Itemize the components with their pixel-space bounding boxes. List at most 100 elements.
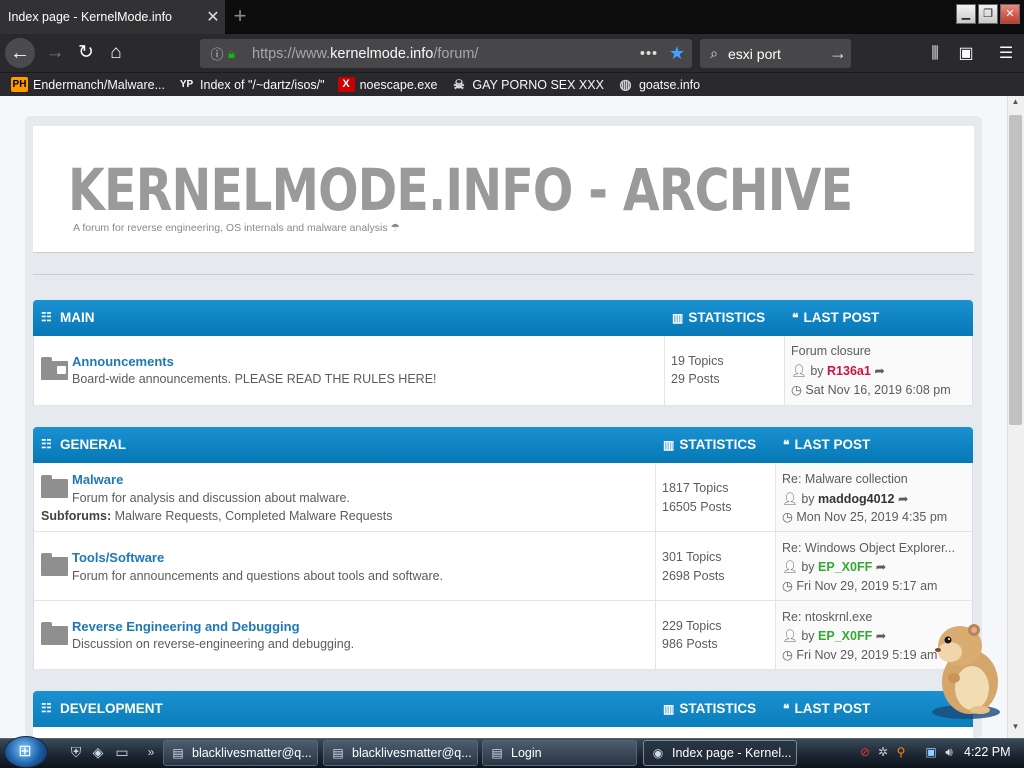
info-icon[interactable]: ⓘ	[206, 44, 228, 63]
comments-icon: ❝	[783, 437, 790, 452]
reload-button[interactable]: ↻	[71, 38, 101, 68]
last-post-date: Mon Nov 25, 2019 4:35 pm	[796, 510, 948, 524]
yp-favicon-icon: YP	[179, 79, 194, 90]
last-post-user[interactable]: EP_X0FF	[818, 629, 872, 643]
bar-chart-icon: ▥	[663, 437, 675, 452]
quicklaunch-shield-icon[interactable]: ⛨	[66, 742, 86, 762]
maximize-button[interactable]: ❐	[978, 4, 998, 24]
list-icon: ☷	[41, 701, 52, 715]
scroll-down-icon[interactable]: ▼	[1008, 722, 1023, 736]
search-input[interactable]: esxi port	[728, 46, 825, 62]
url-text[interactable]: https://www.kernelmode.info/forum/	[252, 46, 636, 62]
subforums-label: Subforums:	[41, 509, 112, 523]
tray-search-icon[interactable]: ⚲	[893, 744, 909, 760]
tab-close-icon[interactable]: ✕	[201, 7, 225, 27]
bookmark-star-icon[interactable]: ★	[662, 43, 692, 64]
tab-title: Index page - KernelMode.info	[8, 10, 172, 24]
tray-block-icon[interactable]: ⊘	[857, 744, 873, 760]
taskbar-clock[interactable]: 4:22 PM	[964, 745, 1011, 759]
last-post-user[interactable]: maddog4012	[818, 492, 894, 506]
goto-post-icon[interactable]: ➦	[874, 364, 884, 378]
forum-row-reverse-engineering: Reverse Engineering and Debugging Discus…	[33, 601, 973, 670]
last-by: by	[801, 629, 815, 643]
posts-count: 986 Posts	[662, 637, 718, 651]
last-post: Re: Malware collection 👤︎ by maddog4012 …	[775, 463, 972, 531]
bookmark-label: GAY PORNO SEX XXX	[472, 77, 604, 92]
bookmark-label: Endermanch/Malware...	[33, 77, 166, 92]
quicklaunch-desktop-icon[interactable]: ▭	[112, 742, 132, 762]
forum-title-link[interactable]: Announcements	[72, 354, 174, 369]
folder-icon	[41, 474, 69, 498]
forum-title-link[interactable]: Reverse Engineering and Debugging	[72, 619, 300, 634]
site-logo[interactable]: KERNELMODE.INFO - ARCHIVE	[68, 154, 853, 226]
window-app-icon: ▤	[332, 746, 344, 760]
quicklaunch-overflow[interactable]: »	[141, 742, 161, 762]
folder-icon	[41, 552, 69, 576]
arrow-right-icon: →	[45, 42, 65, 63]
search-bar[interactable]: ⌕ esxi port →	[700, 39, 851, 68]
topics-count: 19 Topics	[671, 354, 724, 368]
forum-title-link[interactable]: Tools/Software	[72, 550, 164, 565]
subforums-links[interactable]: Malware Requests, Completed Malware Requ…	[115, 509, 393, 523]
goto-post-icon[interactable]: ➦	[876, 560, 886, 574]
goto-post-icon[interactable]: ➦	[898, 492, 908, 506]
taskbar-button[interactable]: ▤ blacklivesmatter@q...	[163, 740, 318, 766]
globe-icon: ◍	[619, 76, 632, 92]
user-icon: 👤︎	[782, 492, 802, 506]
tray-monitor-icon[interactable]: ▣	[923, 744, 939, 760]
lock-icon[interactable]: 🔒︎	[228, 46, 246, 62]
new-tab-button[interactable]: +	[226, 4, 254, 30]
category-title[interactable]: MAIN	[60, 310, 95, 325]
goto-post-icon[interactable]: ➦	[876, 629, 886, 643]
scroll-thumb[interactable]	[1009, 115, 1022, 425]
category-title[interactable]: DEVELOPMENT	[60, 701, 163, 716]
divider	[33, 274, 974, 275]
last-post-title[interactable]: Forum closure	[791, 344, 871, 358]
search-icon: ⌕	[710, 45, 718, 61]
url-bar[interactable]: ⓘ 🔒︎ https://www.kernelmode.info/forum/ …	[200, 39, 692, 68]
minimize-button[interactable]: ▁	[956, 4, 976, 24]
forward-button[interactable]: →	[40, 38, 70, 68]
page-actions-icon[interactable]: •••	[636, 46, 662, 62]
last-post-date: Fri Nov 29, 2019 5:19 am	[796, 648, 938, 662]
last-post-user[interactable]: EP_X0FF	[818, 560, 872, 574]
bookmark-item[interactable]: Xnoescape.exe	[337, 77, 437, 92]
tray-network-icon[interactable]: ✲	[875, 744, 891, 760]
bookmark-item[interactable]: ☠ GAY PORNO SEX XXX	[450, 77, 604, 92]
search-go-icon[interactable]: →	[825, 43, 851, 64]
bookmark-item[interactable]: PH Endermanch/Malware...	[11, 77, 165, 92]
bookmark-item[interactable]: YP Index of "/~dartz/isos/"	[178, 77, 325, 92]
taskbar-button-active[interactable]: ◉ Index page - Kernel...	[643, 740, 797, 766]
last-post-title[interactable]: Re: ntoskrnl.exe	[782, 610, 872, 624]
last-post-title[interactable]: Re: Windows Object Explorer...	[782, 541, 955, 555]
statistics-label: STATISTICS	[688, 310, 766, 325]
arrow-left-icon: ←	[10, 42, 30, 64]
window-app-icon: ▤	[172, 746, 184, 760]
taskbar-button[interactable]: ▤ Login	[482, 740, 637, 766]
forum-stats: 19 Topics 29 Posts	[664, 336, 784, 405]
last-post-user[interactable]: R136a1	[827, 364, 871, 378]
category-title[interactable]: GENERAL	[60, 437, 126, 452]
back-button[interactable]: ←	[5, 38, 35, 68]
folder-locked-icon	[41, 356, 69, 380]
last-by: by	[801, 492, 815, 506]
last-post-label: LAST POST	[803, 310, 880, 325]
user-icon: 👤︎	[782, 629, 802, 643]
close-window-button[interactable]: ✕	[1000, 4, 1020, 24]
statistics-label: STATISTICS	[679, 701, 757, 716]
tab-active[interactable]: Index page - KernelMode.info ✕	[0, 0, 225, 34]
home-button[interactable]: ⌂	[101, 38, 131, 68]
bookmark-item[interactable]: ◍ goatse.info	[617, 77, 700, 92]
quicklaunch-app-icon[interactable]: ◈	[88, 742, 108, 762]
taskbar-button[interactable]: ▤ blacklivesmatter@q...	[323, 740, 478, 766]
forum-row-malware: Malware Forum for analysis and discussio…	[33, 463, 973, 532]
tray-volume-icon[interactable]: 🔊︎	[941, 744, 957, 760]
scroll-up-icon[interactable]: ▲	[1008, 97, 1023, 111]
forum-title-link[interactable]: Malware	[72, 472, 123, 487]
category-header-general: ☷ GENERAL ▥ STATISTICS ❝ LAST POST	[33, 427, 973, 463]
last-post-title[interactable]: Re: Malware collection	[782, 472, 908, 486]
menu-icon[interactable]: ☰	[992, 40, 1020, 68]
list-icon: ☷	[41, 437, 52, 451]
library-icon[interactable]: ⫼	[921, 40, 949, 68]
sidebar-icon[interactable]: ▣	[952, 40, 980, 68]
